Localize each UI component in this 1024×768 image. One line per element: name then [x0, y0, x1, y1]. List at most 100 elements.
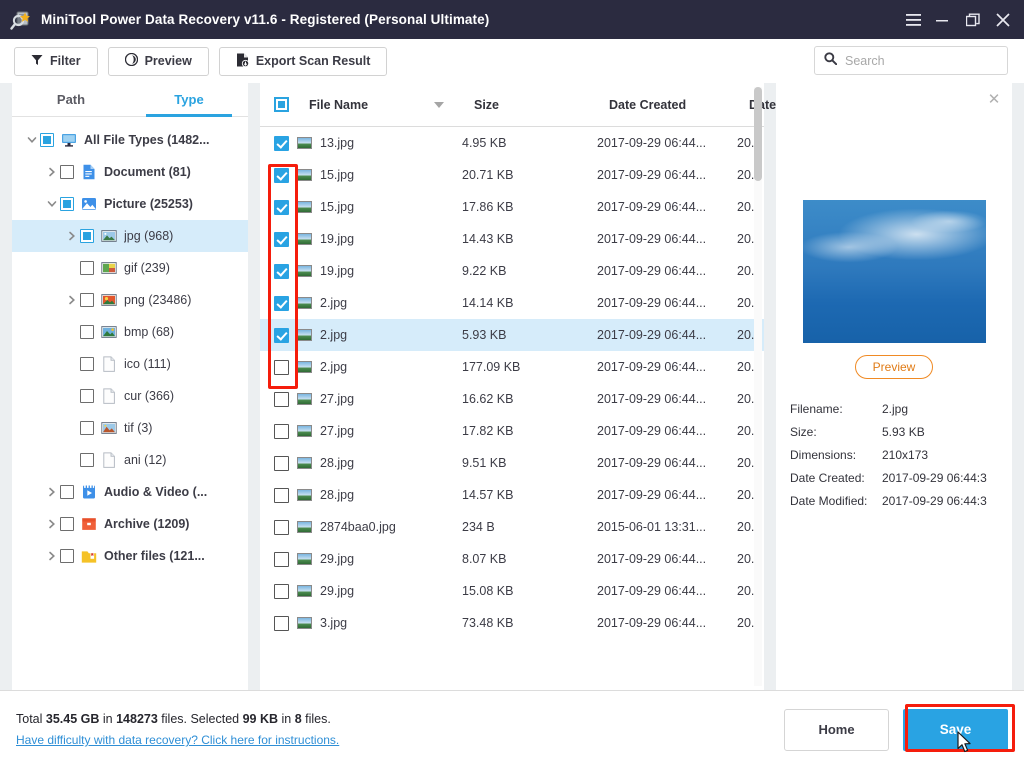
- row-checkbox[interactable]: [274, 583, 289, 599]
- tree-item-png[interactable]: png (23486): [12, 284, 248, 316]
- table-row[interactable]: 29.jpg 8.07 KB 2017-09-29 06:44... 20...: [260, 543, 764, 575]
- row-checkbox[interactable]: [274, 615, 289, 631]
- tree-item-picture[interactable]: Picture (25253): [12, 188, 248, 220]
- chevron-right-icon[interactable]: [44, 551, 60, 561]
- tree-checkbox[interactable]: [80, 357, 94, 371]
- table-row[interactable]: 28.jpg 14.57 KB 2017-09-29 06:44... 20...: [260, 479, 764, 511]
- row-checkbox[interactable]: [274, 199, 289, 215]
- table-row[interactable]: 15.jpg 17.86 KB 2017-09-29 06:44... 20...: [260, 191, 764, 223]
- sidebar-tab-type[interactable]: Type: [130, 83, 248, 117]
- select-all-checkbox[interactable]: [274, 97, 289, 112]
- table-row[interactable]: 27.jpg 17.82 KB 2017-09-29 06:44... 20...: [260, 415, 764, 447]
- tree-checkbox[interactable]: [80, 261, 94, 275]
- row-checkbox[interactable]: [274, 455, 289, 471]
- tree-checkbox[interactable]: [80, 229, 94, 243]
- otherfiles-icon: [81, 548, 97, 564]
- table-row[interactable]: 2.jpg 14.14 KB 2017-09-29 06:44... 20...: [260, 287, 764, 319]
- tree-checkbox[interactable]: [80, 421, 94, 435]
- table-row[interactable]: 29.jpg 15.08 KB 2017-09-29 06:44... 20...: [260, 575, 764, 607]
- row-checkbox[interactable]: [274, 135, 289, 151]
- cell-created: 2017-09-29 06:44...: [597, 232, 707, 246]
- chevron-down-icon[interactable]: [24, 135, 40, 145]
- row-checkbox[interactable]: [274, 263, 289, 279]
- close-button[interactable]: [988, 0, 1018, 39]
- tree-item-ico[interactable]: ico (111): [12, 348, 248, 380]
- tree-checkbox[interactable]: [80, 325, 94, 339]
- cell-name: 28.jpg: [320, 488, 355, 502]
- tree-item-all[interactable]: All File Types (1482...: [12, 124, 248, 156]
- table-row[interactable]: 2.jpg 177.09 KB 2017-09-29 06:44... 20...: [260, 351, 764, 383]
- tree-checkbox[interactable]: [60, 517, 74, 531]
- tree-checkbox[interactable]: [60, 165, 74, 179]
- home-button[interactable]: Home: [784, 708, 889, 751]
- tree-item-jpg[interactable]: jpg (968): [12, 220, 248, 252]
- tree-checkbox[interactable]: [80, 453, 94, 467]
- chevron-right-icon[interactable]: [44, 519, 60, 529]
- table-row[interactable]: 2874baa0.jpg 234 B 2015-06-01 13:31... 20..…: [260, 511, 764, 543]
- preview-button[interactable]: Preview: [107, 46, 209, 76]
- table-row[interactable]: 28.jpg 9.51 KB 2017-09-29 06:44... 20...: [260, 447, 764, 479]
- tree-item-tif[interactable]: tif (3): [12, 412, 248, 444]
- row-checkbox[interactable]: [274, 519, 289, 535]
- chevron-right-icon[interactable]: [64, 231, 80, 241]
- tree-checkbox[interactable]: [60, 549, 74, 563]
- tree-item-audio[interactable]: Audio & Video (...: [12, 476, 248, 508]
- cell-name: 27.jpg: [320, 392, 355, 406]
- table-row[interactable]: 3.jpg 73.48 KB 2017-09-29 06:44... 20...: [260, 607, 764, 639]
- table-row[interactable]: 13.jpg 4.95 KB 2017-09-29 06:44... 20...: [260, 127, 764, 159]
- column-header-date-created[interactable]: Date Created: [609, 98, 749, 112]
- close-icon[interactable]: ✕: [984, 89, 1004, 109]
- tree-checkbox[interactable]: [80, 293, 94, 307]
- menu-button[interactable]: [898, 0, 928, 39]
- chevron-right-icon[interactable]: [44, 167, 60, 177]
- save-button[interactable]: Save: [903, 708, 1008, 751]
- restore-button[interactable]: [958, 0, 988, 39]
- search-box[interactable]: [814, 46, 1008, 75]
- archive-icon: [81, 516, 97, 532]
- row-checkbox[interactable]: [274, 487, 289, 503]
- filter-button[interactable]: Filter: [14, 46, 98, 76]
- row-checkbox[interactable]: [274, 295, 289, 311]
- chevron-right-icon[interactable]: [44, 487, 60, 497]
- help-link[interactable]: Have difficulty with data recovery? Clic…: [16, 733, 339, 747]
- tree-item-cur[interactable]: cur (366): [12, 380, 248, 412]
- table-row[interactable]: 15.jpg 20.71 KB 2017-09-29 06:44... 20...: [260, 159, 764, 191]
- table-row[interactable]: 19.jpg 14.43 KB 2017-09-29 06:44... 20...: [260, 223, 764, 255]
- row-checkbox[interactable]: [274, 391, 289, 407]
- row-checkbox[interactable]: [274, 327, 289, 343]
- column-header-file-name[interactable]: File Name: [309, 98, 474, 112]
- tree-item-other[interactable]: Other files (121...: [12, 540, 248, 572]
- cell-size: 9.22 KB: [462, 264, 507, 278]
- minimize-button[interactable]: [928, 0, 958, 39]
- row-checkbox[interactable]: [274, 167, 289, 183]
- export-icon: [236, 53, 249, 70]
- search-input[interactable]: [845, 53, 998, 68]
- file-list-scrollbar-thumb[interactable]: [754, 87, 762, 181]
- row-checkbox[interactable]: [274, 423, 289, 439]
- tree-item-ani[interactable]: ani (12): [12, 444, 248, 476]
- export-scan-result-button[interactable]: Export Scan Result: [218, 46, 388, 76]
- row-checkbox[interactable]: [274, 551, 289, 567]
- tree-item-gif[interactable]: gif (239): [12, 252, 248, 284]
- tree-checkbox[interactable]: [80, 389, 94, 403]
- table-row[interactable]: 27.jpg 16.62 KB 2017-09-29 06:44... 20...: [260, 383, 764, 415]
- table-row[interactable]: 19.jpg 9.22 KB 2017-09-29 06:44... 20...: [260, 255, 764, 287]
- cell-created: 2017-09-29 06:44...: [597, 424, 707, 438]
- preview-meta-value: 210x173: [882, 447, 929, 462]
- column-header-size[interactable]: Size: [474, 98, 609, 112]
- sidebar-tab-path[interactable]: Path: [12, 83, 130, 116]
- cell-size: 234 B: [462, 520, 495, 534]
- preview-open-button[interactable]: Preview: [855, 355, 933, 379]
- tree-item-bmp[interactable]: bmp (68): [12, 316, 248, 348]
- tree-checkbox[interactable]: [60, 197, 74, 211]
- chevron-down-icon[interactable]: [44, 199, 60, 209]
- chevron-right-icon[interactable]: [64, 295, 80, 305]
- preview-meta-key: Date Modified:: [790, 493, 868, 508]
- tree-item-document[interactable]: Document (81): [12, 156, 248, 188]
- tree-item-archive[interactable]: Archive (1209): [12, 508, 248, 540]
- tree-checkbox[interactable]: [60, 485, 74, 499]
- tree-checkbox[interactable]: [40, 133, 54, 147]
- table-row[interactable]: 2.jpg 5.93 KB 2017-09-29 06:44... 20...: [260, 319, 764, 351]
- row-checkbox[interactable]: [274, 231, 289, 247]
- row-checkbox[interactable]: [274, 359, 289, 375]
